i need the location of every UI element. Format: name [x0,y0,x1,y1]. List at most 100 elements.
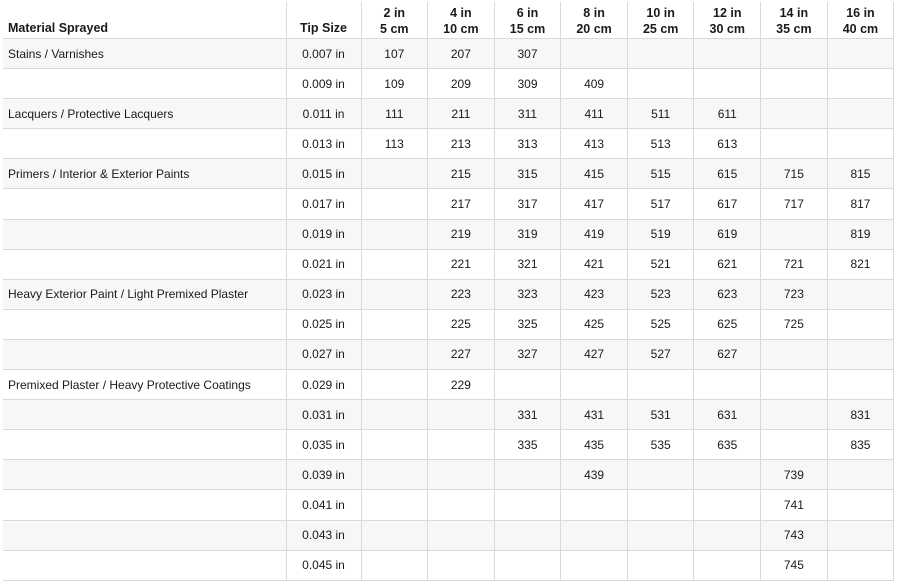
header-row: Material Sprayed Tip Size 2 in 5 cm 4 in 1… [3,2,895,39]
material-sprayed-cell: Premixed Plaster / Heavy Protective Coat… [3,369,287,401]
tip-code-cell [693,489,762,521]
tip-code-cell: 743 [760,520,828,551]
tip-code-cell [494,489,562,521]
tip-code-cell: 313 [494,128,562,160]
material-sprayed-cell [3,520,287,551]
tip-code-cell [361,309,429,340]
table-row: 0.045 in 745 [3,550,895,581]
tip-code-cell [361,459,429,491]
tip-code-cell: 417 [560,188,628,220]
table-row: 0.025 in 225 325 425 525 625 725 [3,309,895,340]
tip-code-cell: 613 [693,128,762,160]
table-row: Lacquers / Protective Lacquers 0.011 in 11… [3,98,895,130]
tip-code-cell: 323 [494,279,562,310]
tip-size-cell: 0.019 in [286,219,362,250]
tip-code-cell: 745 [760,550,828,581]
tip-size-cell: 0.009 in [286,68,362,100]
tip-code-cell [827,98,895,130]
table-row: 0.031 in 331 431 531 631 831 [3,399,895,431]
tip-code-cell: 819 [827,219,895,250]
tip-code-cell: 331 [494,399,562,431]
tip-size-cell: 0.021 in [286,249,362,280]
tip-code-cell: 517 [627,188,695,220]
tip-code-cell [827,279,895,310]
tip-code-cell: 721 [760,249,828,280]
tip-code-cell: 229 [427,369,495,401]
tip-code-cell: 435 [560,429,628,461]
tip-code-cell: 725 [760,309,828,340]
tip-code-cell: 521 [627,249,695,280]
tip-code-cell: 423 [560,279,628,310]
material-sprayed-cell [3,128,287,160]
tip-code-cell [427,489,495,521]
table-row: 0.035 in 335 435 535 635 835 [3,429,895,461]
table-row: 0.027 in 227 327 427 527 627 [3,339,895,371]
tip-size-cell: 0.015 in [286,158,362,190]
tip-code-cell [560,489,628,521]
tip-code-cell [427,429,495,461]
header-distance-14in: 14 in 35 cm [760,2,828,39]
tip-code-cell [627,459,695,491]
tip-size-cell: 0.025 in [286,309,362,340]
tip-code-cell: 831 [827,399,895,431]
tip-size-cell: 0.041 in [286,489,362,521]
tip-code-cell [693,459,762,491]
tip-code-cell: 525 [627,309,695,340]
tip-code-cell: 411 [560,98,628,130]
tip-code-cell: 427 [560,339,628,371]
material-sprayed-cell: Heavy Exterior Paint / Light Premixed Pl… [3,279,287,310]
tip-code-cell [361,158,429,190]
tip-code-cell: 409 [560,68,628,100]
tip-code-cell: 741 [760,489,828,521]
table-row: 0.017 in 217 317 417 517 617 717 817 [3,188,895,220]
tip-code-cell [760,68,828,100]
tip-code-cell [827,68,895,100]
tip-code-cell: 221 [427,249,495,280]
tip-code-cell [693,550,762,581]
tip-code-cell [427,399,495,431]
tip-code-cell: 621 [693,249,762,280]
tip-code-cell: 617 [693,188,762,220]
tip-code-cell: 531 [627,399,695,431]
tip-code-cell [827,309,895,340]
tip-code-cell: 723 [760,279,828,310]
tip-code-cell [494,459,562,491]
tip-code-cell: 107 [361,38,429,70]
header-distance-8in: 8 in 20 cm [560,2,628,39]
tip-code-cell: 309 [494,68,562,100]
tip-code-cell: 635 [693,429,762,461]
tip-code-cell [361,219,429,250]
tip-code-cell [760,429,828,461]
tip-code-cell [627,489,695,521]
header-distance-6in: 6 in 15 cm [494,2,562,39]
header-distance-2in: 2 in 5 cm [361,2,429,39]
table-row: Stains / Varnishes 0.007 in 107 207 307 [3,38,895,70]
tip-code-cell: 627 [693,339,762,371]
tip-code-cell: 315 [494,158,562,190]
tip-code-cell [560,369,628,401]
tip-code-cell: 319 [494,219,562,250]
tip-code-cell [361,399,429,431]
tip-code-cell [760,369,828,401]
tip-code-cell: 511 [627,98,695,130]
tip-code-cell [827,520,895,551]
tip-size-cell: 0.031 in [286,399,362,431]
tip-code-cell [361,520,429,551]
tip-code-cell: 227 [427,339,495,371]
tip-code-cell: 631 [693,399,762,431]
tip-code-cell [760,98,828,130]
tip-code-cell [361,279,429,310]
tip-code-cell: 223 [427,279,495,310]
material-sprayed-cell [3,489,287,521]
tip-code-cell [427,520,495,551]
header-distance-12in: 12 in 30 cm [693,2,762,39]
tip-code-cell: 419 [560,219,628,250]
tip-code-cell [827,459,895,491]
header-distance-10in: 10 in 25 cm [627,2,695,39]
tip-code-cell: 817 [827,188,895,220]
tip-code-cell [494,550,562,581]
material-sprayed-cell [3,249,287,280]
table-row: Premixed Plaster / Heavy Protective Coat… [3,369,895,401]
tip-code-cell [560,520,628,551]
tip-code-cell: 215 [427,158,495,190]
